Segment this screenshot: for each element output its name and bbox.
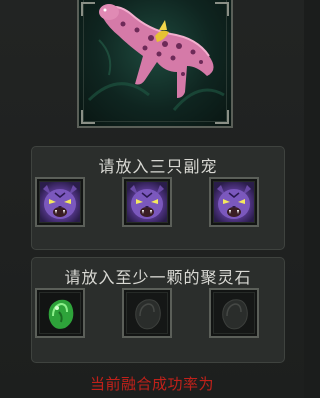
pet-fusion-panel: 请放入三只副宠 请放入至少一颗的聚灵石 当前融合成功率为 [0,0,304,398]
purple-tiger-face-icon [217,185,251,219]
purple-tiger-face-icon [130,185,164,219]
fusion-success-rate-text: 当前融合成功率为 [89,375,214,393]
sub-pet-slot-1[interactable] [35,177,85,227]
sub-pets-section: 请放入三只副宠 [31,146,285,250]
sub-pet-slot-2[interactable] [122,177,172,227]
main-pet-preview [77,0,233,128]
grey-spirit-stone-placeholder-icon [222,299,248,330]
grey-spirit-stone-placeholder-icon [135,299,161,330]
spirit-stones-title: 请放入至少一颗的聚灵石 [64,268,252,287]
pink-panther-pet-icon [87,4,225,111]
sub-pet-slot-3[interactable] [209,177,259,227]
spirit-stones-section: 请放入至少一颗的聚灵石 [31,257,285,363]
sub-pets-title: 请放入三只副宠 [98,157,218,176]
purple-tiger-face-icon [43,185,77,219]
spirit-stone-slot-1[interactable] [35,288,85,338]
spirit-stone-slot-2[interactable] [122,288,172,338]
green-spirit-stone-icon [48,299,74,329]
spirit-stone-slot-3[interactable] [209,288,259,338]
